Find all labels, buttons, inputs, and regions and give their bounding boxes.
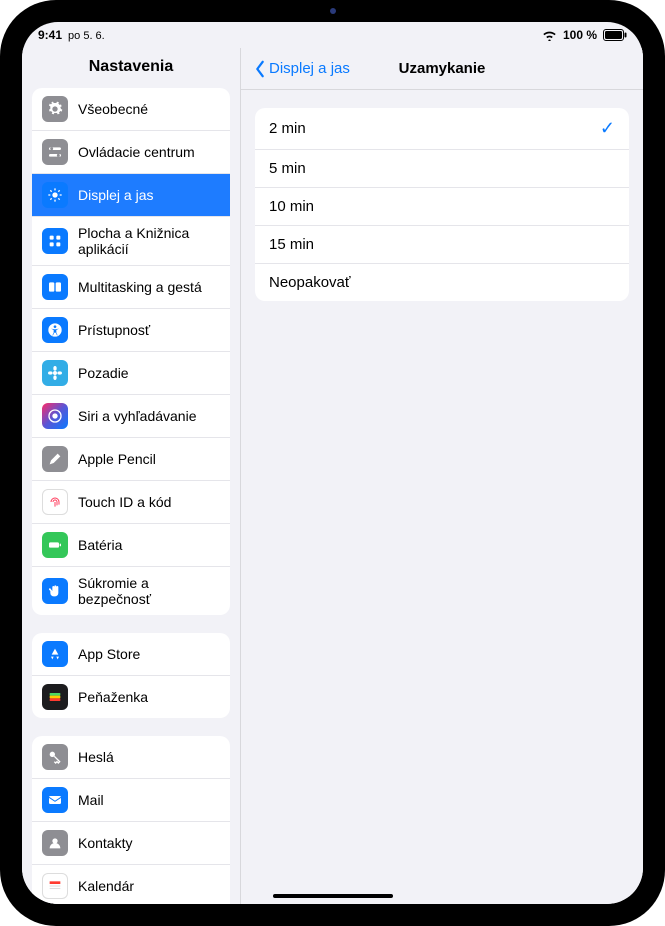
hand-icon bbox=[42, 578, 68, 604]
sidebar-item[interactable]: Súkromie a bezpečnosť bbox=[32, 567, 230, 615]
sidebar-item[interactable]: Siri a vyhľadávanie bbox=[32, 395, 230, 438]
pencil-icon bbox=[42, 446, 68, 472]
sidebar-item[interactable]: Kontakty bbox=[32, 822, 230, 865]
battery-text: 100 % bbox=[563, 28, 597, 42]
option-row[interactable]: 10 min bbox=[255, 188, 629, 226]
home-indicator[interactable] bbox=[273, 894, 393, 898]
siri-icon bbox=[42, 403, 68, 429]
status-date: po 5. 6. bbox=[68, 30, 105, 42]
sidebar-item[interactable]: Apple Pencil bbox=[32, 438, 230, 481]
sidebar-item-label: Mail bbox=[78, 792, 220, 808]
battery-icon bbox=[603, 29, 627, 41]
sidebar-item[interactable]: Multitasking a gestá bbox=[32, 266, 230, 309]
option-row[interactable]: 5 min bbox=[255, 150, 629, 188]
screen: 9:41 po 5. 6. 100 % Nastavenia Všeobecné… bbox=[22, 22, 643, 904]
fingerprint-icon bbox=[42, 489, 68, 515]
multitask-icon bbox=[42, 274, 68, 300]
key-icon bbox=[42, 744, 68, 770]
sidebar-item[interactable]: Plocha a Knižnica aplikácií bbox=[32, 217, 230, 266]
detail-header: Displej a jas Uzamykanie bbox=[241, 48, 643, 90]
mail-icon bbox=[42, 787, 68, 813]
gear-icon bbox=[42, 96, 68, 122]
sidebar-scroll[interactable]: Všeobecné Ovládacie centrum Displej a jas P… bbox=[22, 88, 240, 904]
flower-icon bbox=[42, 360, 68, 386]
wifi-icon bbox=[542, 30, 557, 41]
device-frame: 9:41 po 5. 6. 100 % Nastavenia Všeobecné… bbox=[0, 0, 665, 926]
status-time: 9:41 bbox=[38, 28, 62, 42]
sidebar-item-label: Prístupnosť bbox=[78, 322, 220, 338]
option-row[interactable]: 15 min bbox=[255, 226, 629, 264]
sidebar-item-label: Touch ID a kód bbox=[78, 494, 220, 510]
options-list: 2 min ✓ 5 min 10 min 15 min Neopakovať bbox=[255, 108, 629, 301]
sidebar-item-label: Displej a jas bbox=[78, 187, 220, 203]
sidebar-item-label: Ovládacie centrum bbox=[78, 144, 220, 160]
sidebar-item-label: Kontakty bbox=[78, 835, 220, 851]
sidebar-item[interactable]: Peňaženka bbox=[32, 676, 230, 718]
sidebar-item[interactable]: Pozadie bbox=[32, 352, 230, 395]
back-button-label: Displej a jas bbox=[269, 60, 350, 77]
sidebar-item-label: Apple Pencil bbox=[78, 451, 220, 467]
sidebar-item[interactable]: Displej a jas bbox=[32, 174, 230, 217]
brightness-icon bbox=[42, 182, 68, 208]
calendar-icon bbox=[42, 873, 68, 899]
sidebar-item[interactable]: Heslá bbox=[32, 736, 230, 779]
wallet-icon bbox=[42, 684, 68, 710]
option-label: 10 min bbox=[269, 198, 314, 215]
sidebar-item-label: Kalendár bbox=[78, 878, 220, 894]
grid-icon bbox=[42, 228, 68, 254]
checkmark-icon: ✓ bbox=[600, 118, 615, 139]
sidebar-item-label: Pozadie bbox=[78, 365, 220, 381]
sidebar-item[interactable]: Touch ID a kód bbox=[32, 481, 230, 524]
option-row[interactable]: Neopakovať bbox=[255, 264, 629, 301]
switches-icon bbox=[42, 139, 68, 165]
sidebar-item-label: Siri a vyhľadávanie bbox=[78, 408, 220, 424]
status-bar: 9:41 po 5. 6. 100 % bbox=[22, 22, 643, 48]
sidebar-group: HesláMailKontaktyKalendárPoznámkyPripomi… bbox=[32, 736, 230, 904]
chevron-left-icon bbox=[253, 60, 267, 78]
option-row[interactable]: 2 min ✓ bbox=[255, 108, 629, 150]
sidebar-item[interactable]: Všeobecné bbox=[32, 88, 230, 131]
detail-pane: Displej a jas Uzamykanie 2 min ✓ 5 min 10 m… bbox=[240, 48, 643, 904]
sidebar: Nastavenia Všeobecné Ovládacie centrum Dis… bbox=[22, 48, 240, 904]
sidebar-item[interactable]: Mail bbox=[32, 779, 230, 822]
sidebar-item-label: Plocha a Knižnica aplikácií bbox=[78, 225, 220, 257]
appstore-icon bbox=[42, 641, 68, 667]
sidebar-item[interactable]: Ovládacie centrum bbox=[32, 131, 230, 174]
sidebar-item-label: Multitasking a gestá bbox=[78, 279, 220, 295]
sidebar-item[interactable]: Kalendár bbox=[32, 865, 230, 904]
sidebar-group: Všeobecné Ovládacie centrum Displej a jas P… bbox=[32, 88, 230, 615]
option-label: 2 min bbox=[269, 120, 306, 137]
sidebar-item-label: Peňaženka bbox=[78, 689, 220, 705]
sidebar-item[interactable]: Batéria bbox=[32, 524, 230, 567]
sidebar-item[interactable]: Prístupnosť bbox=[32, 309, 230, 352]
contacts-icon bbox=[42, 830, 68, 856]
option-label: 15 min bbox=[269, 236, 314, 253]
sidebar-item-label: Všeobecné bbox=[78, 101, 220, 117]
option-label: 5 min bbox=[269, 160, 306, 177]
sidebar-item-label: Heslá bbox=[78, 749, 220, 765]
back-button[interactable]: Displej a jas bbox=[253, 60, 350, 78]
sidebar-item-label: Batéria bbox=[78, 537, 220, 553]
sidebar-item[interactable]: App Store bbox=[32, 633, 230, 676]
accessibility-icon bbox=[42, 317, 68, 343]
option-label: Neopakovať bbox=[269, 274, 351, 291]
sidebar-item-label: App Store bbox=[78, 646, 220, 662]
sidebar-group: App Store Peňaženka bbox=[32, 633, 230, 718]
sidebar-title: Nastavenia bbox=[22, 48, 240, 88]
sidebar-item-label: Súkromie a bezpečnosť bbox=[78, 575, 220, 607]
battery-icon bbox=[42, 532, 68, 558]
